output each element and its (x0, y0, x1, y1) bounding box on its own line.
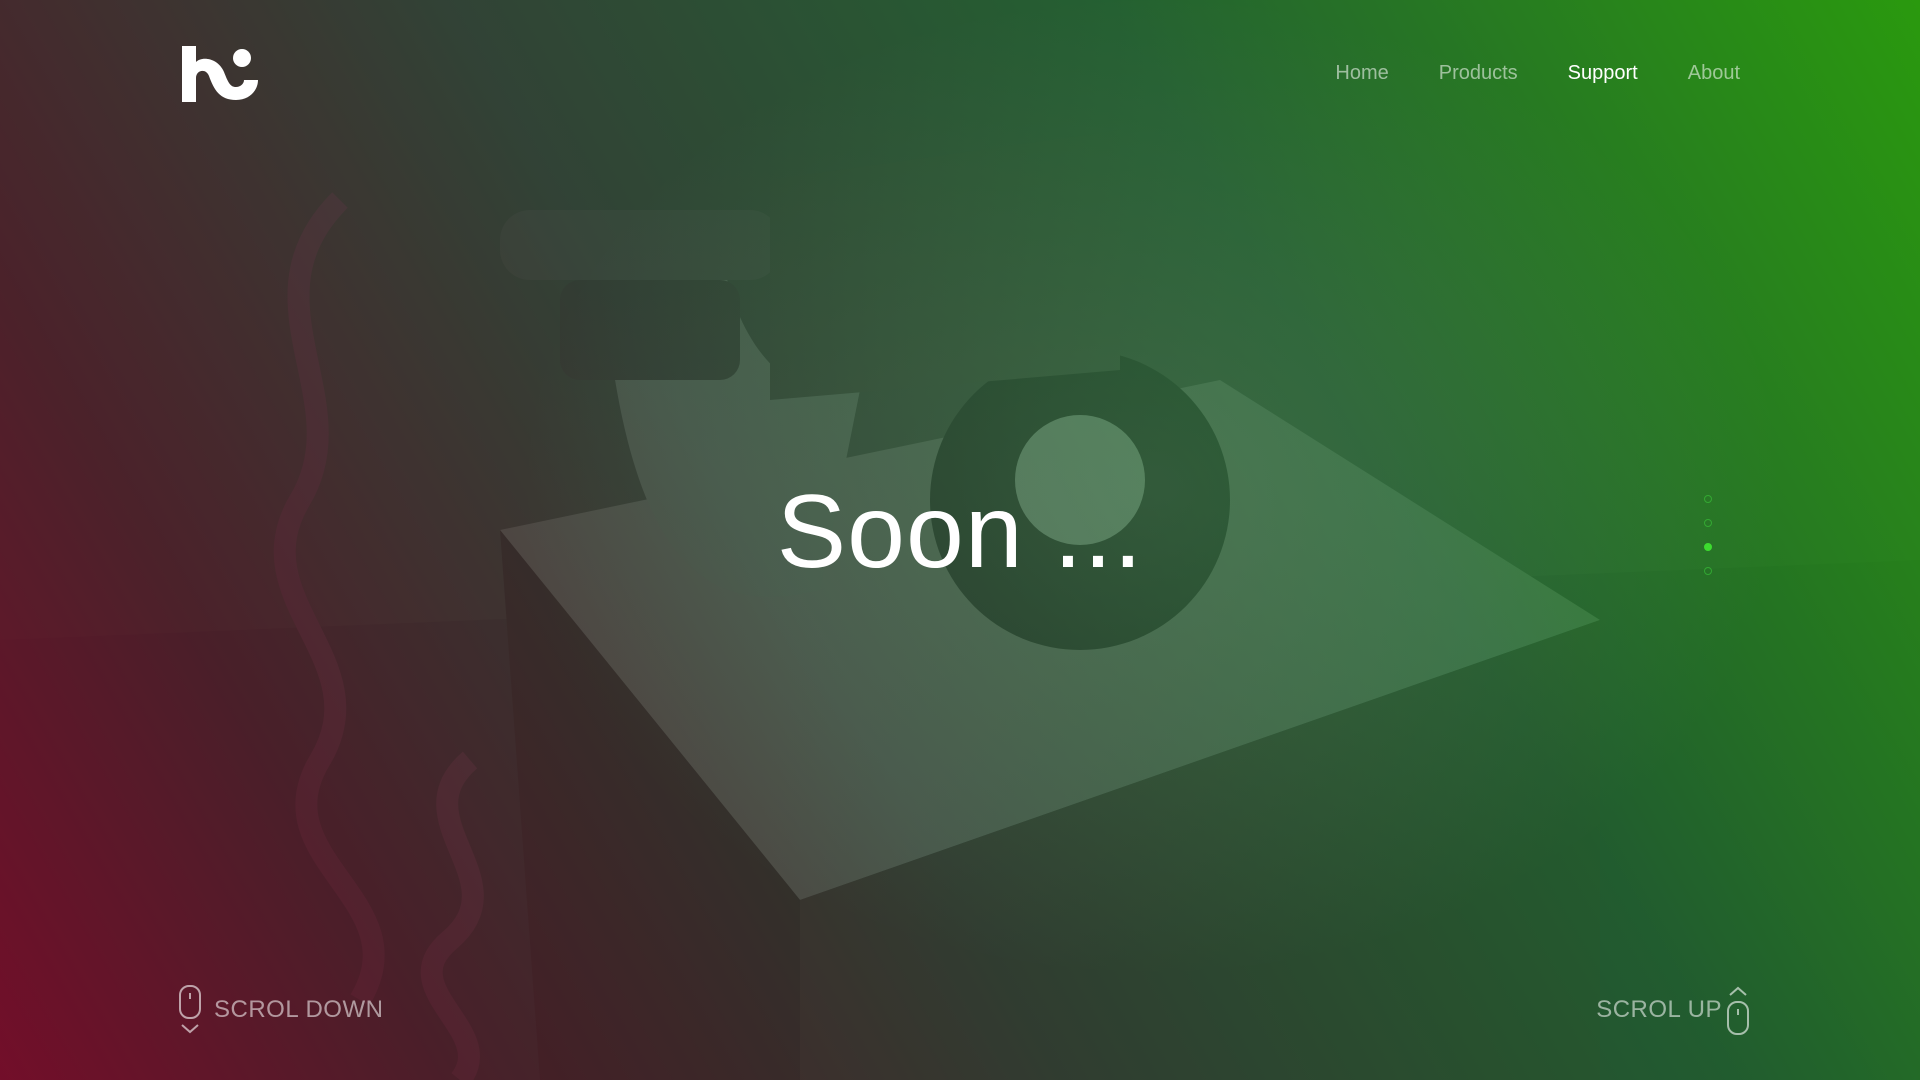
brand-logo[interactable] (178, 42, 258, 106)
scroll-up-label: SCROL UP (1596, 996, 1722, 1023)
section-pager (1704, 495, 1712, 575)
hero-headline: Soon ... (776, 474, 1144, 590)
scroll-down-button[interactable]: SCROL DOWN (178, 984, 383, 1036)
pager-dot-3[interactable] (1704, 543, 1712, 551)
landing-page: Home Products Support About Soon ... SCR… (0, 0, 1920, 1080)
pager-dot-1[interactable] (1704, 495, 1712, 503)
nav-item-about[interactable]: About (1688, 62, 1740, 85)
main-navigation: Home Products Support About (1335, 62, 1740, 85)
nav-item-products[interactable]: Products (1439, 62, 1518, 85)
nav-item-home[interactable]: Home (1335, 62, 1388, 85)
scroll-down-label: SCROL DOWN (214, 996, 384, 1023)
nav-item-support[interactable]: Support (1568, 62, 1638, 85)
scroll-up-button[interactable]: SCROL UP (1596, 984, 1750, 1036)
mouse-scroll-down-icon (179, 985, 201, 1034)
pager-dot-4[interactable] (1704, 567, 1712, 575)
pager-dot-2[interactable] (1704, 519, 1712, 527)
mouse-scroll-up-icon (1727, 986, 1749, 1035)
